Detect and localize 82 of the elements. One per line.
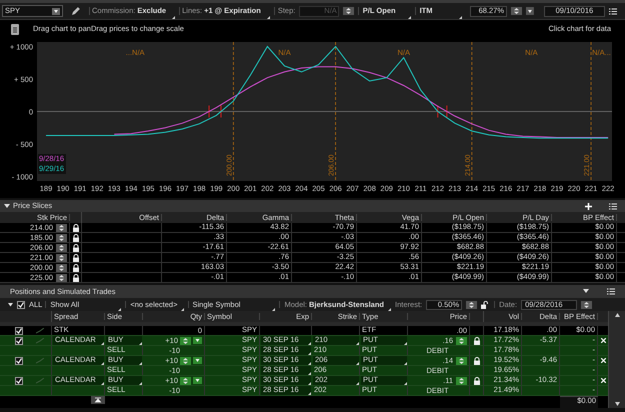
close-icon[interactable] — [600, 338, 606, 343]
scroll-top-icon[interactable] — [91, 396, 105, 404]
dropdown-corner-icon — [404, 342, 407, 345]
lock-icon[interactable] — [72, 244, 78, 252]
dropdown-corner-icon — [404, 382, 407, 385]
probability-spinner-icon[interactable] — [511, 7, 522, 15]
dropdown-corner-icon — [308, 362, 311, 365]
lock-icon[interactable] — [72, 264, 78, 272]
spinner-icon[interactable] — [456, 376, 467, 384]
expand-icon[interactable] — [8, 302, 13, 306]
spinner-icon[interactable] — [56, 274, 67, 282]
dropdown-corner-icon — [101, 342, 104, 345]
dropdown-corner-icon — [172, 16, 176, 19]
lock-icon[interactable] — [72, 224, 78, 232]
step-spinner-icon[interactable] — [342, 7, 354, 15]
collapse-icon[interactable] — [583, 289, 589, 294]
dropdown-corner-icon — [139, 342, 142, 345]
scroll-up-icon[interactable] — [614, 313, 620, 317]
lock-icon[interactable] — [474, 356, 480, 364]
spinner-icon[interactable] — [456, 336, 467, 344]
dropdown-corner-icon — [272, 308, 276, 311]
checkbox[interactable] — [15, 376, 23, 384]
pencil-icon[interactable] — [71, 6, 81, 16]
breakeven-marker — [437, 105, 438, 118]
scrollbar[interactable] — [608, 311, 625, 408]
dropdown-corner-icon — [356, 382, 359, 385]
dropdown-corner-icon — [266, 16, 270, 19]
spinner-icon[interactable] — [180, 336, 191, 344]
drag-handle-icon[interactable] — [11, 24, 19, 34]
dropdown-corner-icon — [101, 382, 104, 385]
dropdown-corner-icon — [308, 342, 311, 345]
close-icon[interactable] — [600, 378, 606, 383]
lock-icon[interactable] — [474, 376, 480, 384]
lock-icon[interactable] — [72, 234, 78, 242]
dropdown-corner-icon — [408, 16, 411, 19]
breakeven-marker — [220, 105, 222, 118]
collapse-icon[interactable] — [4, 204, 10, 208]
close-icon[interactable] — [600, 358, 606, 363]
dropdown-corner-icon — [181, 308, 184, 311]
spinner-icon[interactable] — [180, 376, 191, 384]
menu-icon[interactable] — [609, 8, 617, 14]
dropdown-corner-icon — [356, 362, 359, 365]
checkbox[interactable] — [17, 300, 25, 308]
spinner-icon[interactable] — [56, 244, 67, 252]
spinner-icon[interactable] — [180, 356, 191, 364]
checkbox[interactable] — [15, 356, 23, 364]
chart-toggle-icon[interactable] — [36, 378, 44, 384]
chart-toggle-icon[interactable] — [36, 358, 44, 364]
dropdown-corner-icon — [458, 16, 462, 19]
checkbox[interactable] — [15, 336, 23, 344]
spinner-icon[interactable] — [56, 264, 67, 272]
spinner-icon[interactable] — [56, 224, 67, 232]
breakeven-marker — [446, 105, 448, 118]
dropdown-corner-icon — [308, 372, 311, 375]
lock-icon[interactable] — [72, 274, 78, 282]
legend-background — [38, 154, 66, 174]
checkbox[interactable] — [15, 326, 23, 334]
dropdown-corner-icon — [404, 362, 407, 365]
dropdown-corner-icon — [308, 352, 311, 355]
dropdown-corner-icon — [139, 362, 142, 365]
dropdown-corner-icon — [308, 382, 311, 385]
spinner-icon[interactable] — [56, 234, 67, 242]
lock-icon[interactable] — [72, 254, 78, 262]
dropdown-corner-icon — [356, 342, 359, 345]
dropdown-arrow-icon[interactable] — [52, 8, 60, 14]
lock-icon[interactable] — [474, 336, 480, 344]
dropdown-corner-icon — [139, 382, 142, 385]
menu-icon[interactable] — [609, 202, 617, 210]
dropdown-arrow-icon[interactable] — [526, 7, 534, 15]
spinner-icon[interactable] — [581, 300, 592, 308]
spinner-icon[interactable] — [456, 356, 467, 364]
breakeven-marker — [208, 105, 210, 118]
scroll-down-icon[interactable] — [614, 402, 620, 406]
add-icon[interactable] — [585, 202, 592, 210]
unlock-icon[interactable] — [481, 300, 488, 308]
dropdown-corner-icon — [308, 392, 311, 395]
spinner-icon[interactable] — [466, 300, 478, 308]
dropdown-corner-icon — [388, 308, 392, 311]
dropdown-corner-icon — [101, 362, 104, 365]
spinner-icon[interactable] — [56, 254, 67, 262]
dropdown-corner-icon — [118, 308, 122, 311]
menu-icon[interactable] — [607, 288, 615, 295]
